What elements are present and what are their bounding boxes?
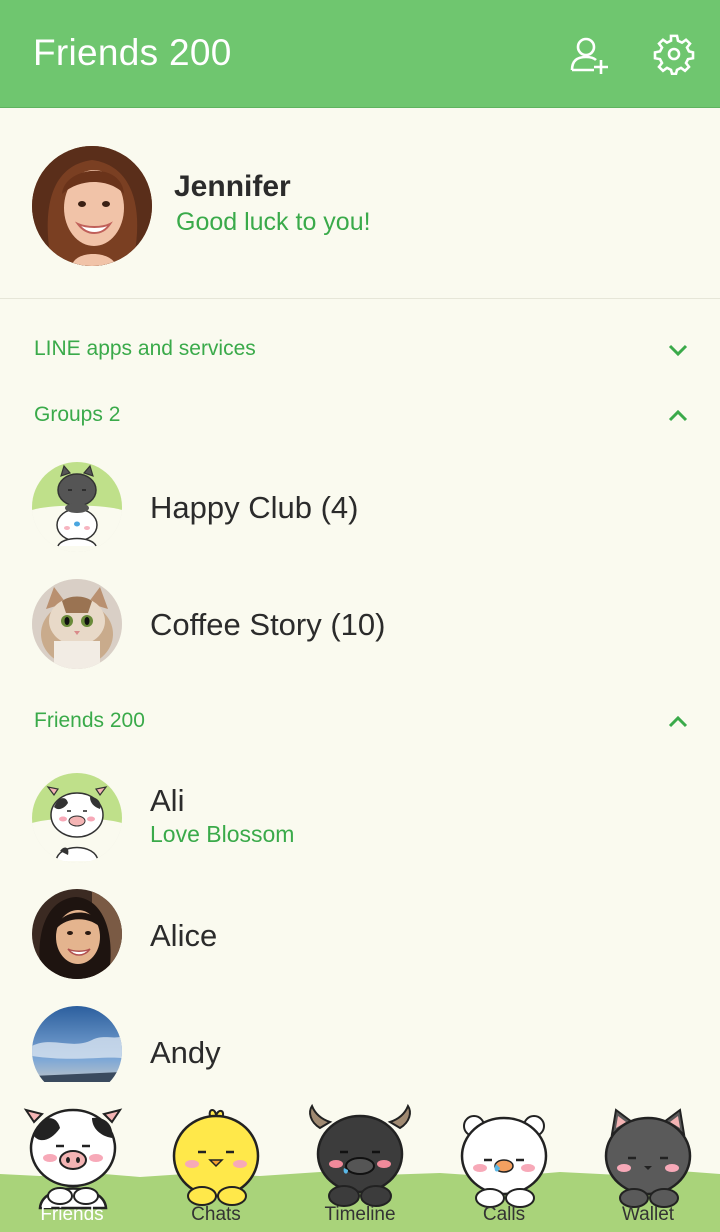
- tab-friends[interactable]: Friends: [0, 1082, 144, 1232]
- group-name: Happy Club (4): [150, 490, 359, 525]
- app-header: Friends 200: [0, 0, 720, 108]
- tab-wallet[interactable]: Wallet: [576, 1082, 720, 1232]
- group-row[interactable]: Happy Club (4): [0, 453, 720, 563]
- avatar: [32, 889, 122, 979]
- add-friend-icon: [570, 37, 608, 74]
- avatar[interactable]: [32, 146, 152, 266]
- friend-name: Ali: [150, 783, 185, 818]
- friend-row[interactable]: Alice: [0, 880, 720, 990]
- chevron-up-icon: [668, 409, 688, 422]
- group-name: Coffee Story (10): [150, 607, 386, 642]
- my-profile[interactable]: Jennifer Good luck to you!: [0, 108, 720, 299]
- section-label: Friends 200: [34, 709, 145, 732]
- avatar: [32, 462, 122, 552]
- avatar: [32, 773, 122, 863]
- profile-name: Jennifer: [174, 170, 291, 203]
- chevron-up-icon: [668, 715, 688, 728]
- tab-calls[interactable]: Calls: [432, 1082, 576, 1232]
- gear-icon: [653, 34, 695, 75]
- cow-sticker-icon: [32, 773, 122, 863]
- section-line-apps[interactable]: LINE apps and services: [0, 327, 720, 373]
- avatar: [32, 579, 122, 669]
- friend-name: Alice: [150, 918, 218, 953]
- section-friends[interactable]: Friends 200: [0, 699, 720, 745]
- profile-status-message: Good luck to you!: [176, 208, 371, 236]
- section-groups[interactable]: Groups 2: [0, 393, 720, 439]
- settings-button[interactable]: [652, 34, 696, 78]
- tab-label: Timeline: [324, 1204, 396, 1225]
- tab-label: Calls: [482, 1204, 526, 1225]
- group-row[interactable]: Coffee Story (10): [0, 570, 720, 680]
- tab-label: Wallet: [621, 1204, 675, 1225]
- cat-bear-sticker-icon: [32, 462, 122, 552]
- section-label: LINE apps and services: [34, 337, 256, 360]
- bottom-tab-bar: Friends Chats Timeline Calls Wallet: [0, 1082, 720, 1232]
- tab-chats[interactable]: Chats: [144, 1082, 288, 1232]
- tab-timeline[interactable]: Timeline: [288, 1082, 432, 1232]
- page-title: Friends 200: [33, 32, 232, 73]
- friend-name: Andy: [150, 1035, 221, 1070]
- friend-status-message: Love Blossom: [150, 821, 295, 847]
- woman-photo-icon: [32, 889, 122, 979]
- tab-label: Chats: [191, 1204, 241, 1225]
- add-friend-button[interactable]: [568, 34, 612, 78]
- tab-label: Friends: [40, 1204, 104, 1225]
- section-label: Groups 2: [34, 403, 121, 426]
- chevron-down-icon: [668, 344, 688, 357]
- friend-row[interactable]: Ali Love Blossom: [0, 763, 720, 873]
- cat-photo-icon: [32, 579, 122, 669]
